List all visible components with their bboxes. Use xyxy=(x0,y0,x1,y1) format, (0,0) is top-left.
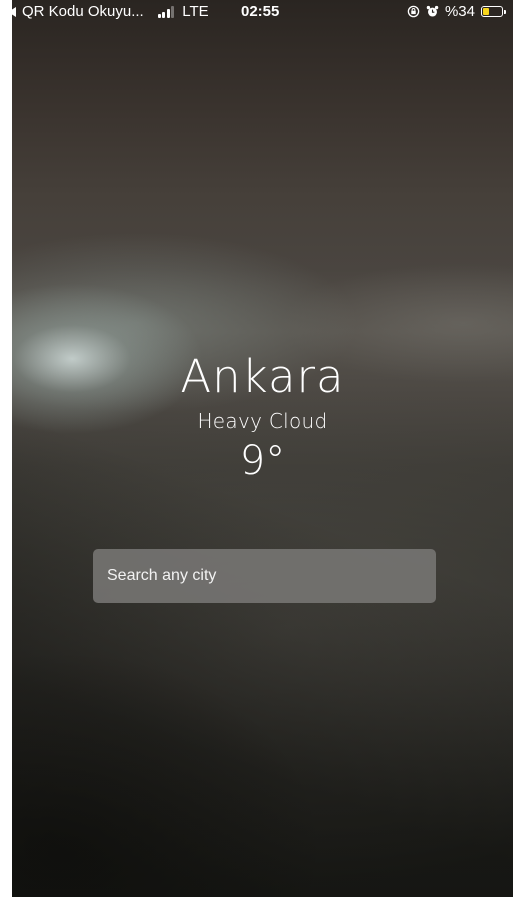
temperature: 9° xyxy=(239,438,286,484)
signal-bars-icon xyxy=(157,5,175,18)
battery-fill xyxy=(483,8,489,15)
back-arrow-icon[interactable] xyxy=(8,6,16,17)
status-bar-right: %34 xyxy=(407,3,506,20)
alarm-icon xyxy=(426,5,439,17)
battery-icon xyxy=(481,6,506,17)
back-to-app-label[interactable]: QR Kodu Okuyu... xyxy=(22,3,144,20)
status-bar: QR Kodu Okuyu... LTE 02:55 %34 xyxy=(0,0,513,24)
weather-summary: Ankara Heavy Cloud 9° xyxy=(12,345,513,485)
network-label: LTE xyxy=(182,3,209,20)
battery-nub xyxy=(504,9,506,14)
weather-condition: Heavy Cloud xyxy=(197,409,328,433)
status-time: 02:55 xyxy=(241,3,280,20)
battery-percent: %34 xyxy=(444,3,475,20)
status-bar-left: QR Kodu Okuyu... LTE xyxy=(8,3,209,20)
orientation-lock-icon xyxy=(407,5,420,18)
city-search-input[interactable] xyxy=(93,549,436,603)
city-name: Ankara xyxy=(180,350,345,403)
